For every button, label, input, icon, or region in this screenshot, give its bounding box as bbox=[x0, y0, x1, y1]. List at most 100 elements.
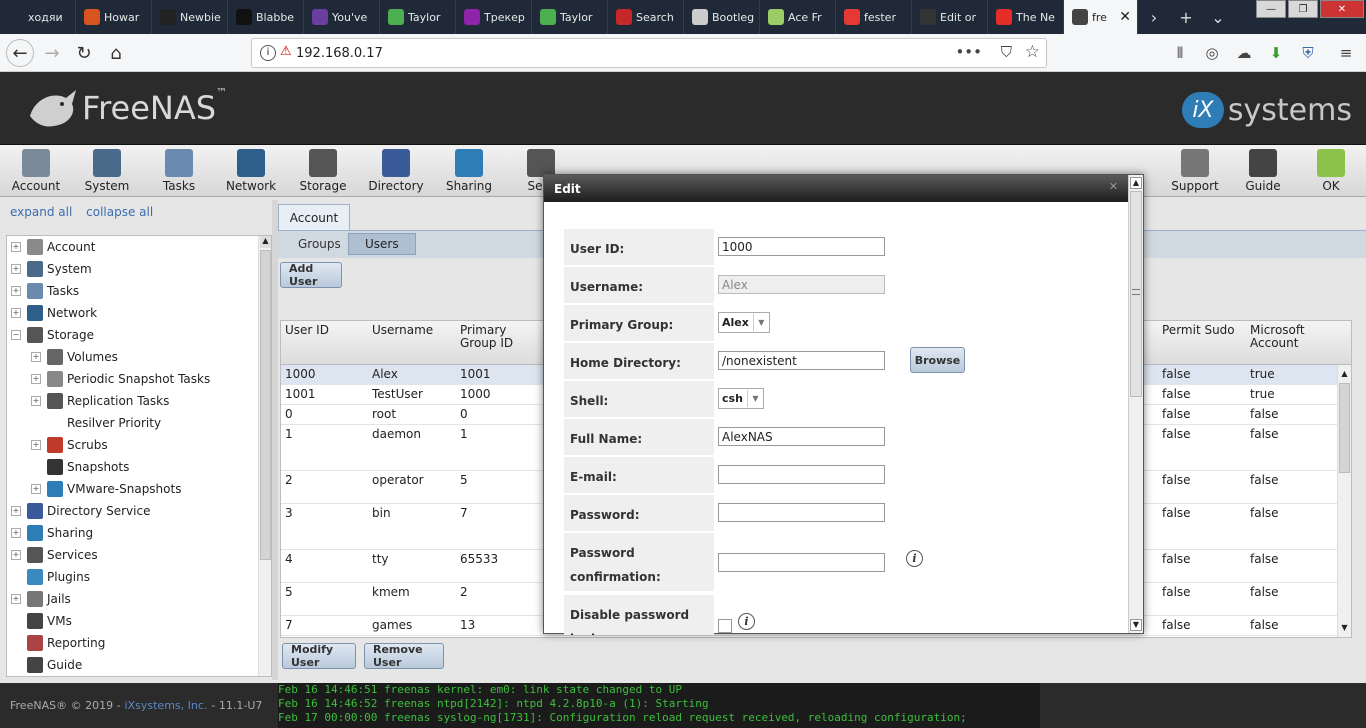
expand-all-link[interactable]: expand all bbox=[10, 205, 72, 219]
tree-node[interactable]: + Account bbox=[7, 236, 271, 258]
info-icon[interactable]: i bbox=[906, 550, 923, 567]
browser-tab[interactable]: fre ✕ bbox=[1064, 0, 1138, 34]
browser-tab[interactable]: fester bbox=[836, 0, 912, 34]
insecure-lock-icon[interactable]: ⚠ bbox=[280, 44, 296, 62]
expand-toggle-icon[interactable]: + bbox=[31, 374, 41, 384]
user-id-input[interactable] bbox=[718, 237, 885, 256]
tab-account[interactable]: Account bbox=[278, 204, 350, 230]
maximize-button[interactable]: ❐ bbox=[1288, 0, 1318, 18]
col-primary-group[interactable]: Primary Group ID bbox=[460, 324, 530, 350]
toolbar-storage-button[interactable]: Storage bbox=[287, 149, 359, 193]
add-user-button[interactable]: Add User bbox=[280, 262, 342, 288]
toolbar-network-button[interactable]: Network bbox=[215, 149, 287, 193]
download-icon[interactable]: ⬇ bbox=[1266, 43, 1286, 63]
menu-icon[interactable]: ≡ bbox=[1336, 43, 1356, 63]
shield-icon[interactable]: ⛨ bbox=[1298, 43, 1318, 63]
password-input[interactable] bbox=[718, 503, 885, 522]
password-confirmation-input[interactable] bbox=[718, 553, 885, 572]
tree-node[interactable]: + Tasks bbox=[7, 280, 271, 302]
tree-node[interactable]: Snapshots bbox=[7, 456, 271, 478]
expand-toggle-icon[interactable]: + bbox=[31, 484, 41, 494]
remove-user-button[interactable]: Remove User bbox=[364, 643, 444, 669]
expand-toggle-icon[interactable]: + bbox=[11, 286, 21, 296]
toolbar-directory-button[interactable]: Directory bbox=[360, 149, 432, 193]
home-directory-input[interactable] bbox=[718, 351, 885, 370]
col-microsoft-account[interactable]: Microsoft Account bbox=[1250, 324, 1320, 350]
tree-node[interactable]: Guide bbox=[7, 654, 271, 676]
tree-node[interactable]: + Services bbox=[7, 544, 271, 566]
browser-tab[interactable]: Blabbe bbox=[228, 0, 304, 34]
disable-password-checkbox[interactable] bbox=[718, 619, 732, 633]
browser-tab[interactable]: Трекер bbox=[456, 0, 532, 34]
browser-tab[interactable]: Search bbox=[608, 0, 684, 34]
browser-tab[interactable]: You've bbox=[304, 0, 380, 34]
sync-icon[interactable]: ◎ bbox=[1202, 43, 1222, 63]
dialog-scrollbar[interactable]: ▲ ▼ bbox=[1128, 175, 1143, 633]
browser-tab[interactable]: The Ne bbox=[988, 0, 1064, 34]
reload-icon[interactable]: ↻ bbox=[70, 39, 98, 67]
list-tabs-icon[interactable]: ⌄ bbox=[1202, 0, 1234, 34]
expand-toggle-icon[interactable]: − bbox=[11, 330, 21, 340]
toolbar-ok-button[interactable]: OK bbox=[1295, 149, 1366, 193]
collapse-all-link[interactable]: collapse all bbox=[86, 205, 153, 219]
toolbar-sharing-button[interactable]: Sharing bbox=[433, 149, 505, 193]
modify-user-button[interactable]: Modify User bbox=[282, 643, 356, 669]
minimize-button[interactable]: — bbox=[1256, 0, 1286, 18]
expand-toggle-icon[interactable]: + bbox=[11, 550, 21, 560]
browser-tab[interactable]: Taylor bbox=[532, 0, 608, 34]
browser-tab[interactable]: Newbie bbox=[152, 0, 228, 34]
primary-group-select[interactable]: Alex ▼ bbox=[718, 312, 770, 333]
library-icon[interactable]: ⫴ bbox=[1170, 43, 1190, 63]
expand-toggle-icon[interactable]: + bbox=[11, 264, 21, 274]
home-icon[interactable]: ⌂ bbox=[102, 39, 130, 67]
bookmark-star-icon[interactable]: ☆ bbox=[1025, 42, 1040, 62]
dialog-close-icon[interactable]: ✕ bbox=[1109, 180, 1118, 193]
expand-toggle-icon[interactable]: + bbox=[11, 594, 21, 604]
tab-groups[interactable]: Groups bbox=[282, 233, 357, 255]
page-actions-icon[interactable]: ••• bbox=[955, 43, 982, 61]
tree-node[interactable]: + Network bbox=[7, 302, 271, 324]
tree-node[interactable]: + System bbox=[7, 258, 271, 280]
info-icon[interactable]: i bbox=[738, 613, 755, 630]
tree-node[interactable]: + Periodic Snapshot Tasks bbox=[7, 368, 271, 390]
tree-node[interactable]: + VMware-Snapshots bbox=[7, 478, 271, 500]
expand-toggle-icon[interactable]: + bbox=[11, 506, 21, 516]
col-user-id[interactable]: User ID bbox=[285, 324, 329, 337]
expand-toggle-icon[interactable]: + bbox=[11, 308, 21, 318]
browser-tab[interactable]: Howar bbox=[76, 0, 152, 34]
expand-toggle-icon[interactable]: + bbox=[11, 242, 21, 252]
toolbar-system-button[interactable]: System bbox=[71, 149, 143, 193]
browser-tab[interactable]: Taylor bbox=[380, 0, 456, 34]
footer-company-link[interactable]: iXsystems, Inc. bbox=[125, 699, 208, 712]
back-icon[interactable]: ← bbox=[6, 39, 34, 67]
toolbar-account-button[interactable]: Account bbox=[0, 149, 72, 193]
tree-node[interactable]: + Volumes bbox=[7, 346, 271, 368]
tree-node[interactable]: + Scrubs bbox=[7, 434, 271, 456]
toolbar-tasks-button[interactable]: Tasks bbox=[143, 149, 215, 193]
new-tab-icon[interactable]: + bbox=[1170, 0, 1202, 34]
browse-button[interactable]: Browse bbox=[910, 347, 965, 373]
toolbar-support-button[interactable]: Support bbox=[1159, 149, 1231, 193]
browser-tab[interactable]: Bootleg bbox=[684, 0, 760, 34]
tab-users[interactable]: Users bbox=[348, 233, 416, 255]
full-name-input[interactable] bbox=[718, 427, 885, 446]
browser-tab[interactable]: Edit or bbox=[912, 0, 988, 34]
toolbar-guide-button[interactable]: Guide bbox=[1227, 149, 1299, 193]
expand-toggle-icon[interactable]: + bbox=[31, 352, 41, 362]
col-permit-sudo[interactable]: Permit Sudo bbox=[1162, 324, 1235, 337]
forward-icon[interactable]: → bbox=[38, 39, 66, 67]
tree-scrollbar[interactable]: ▲ bbox=[258, 236, 271, 676]
browser-tab[interactable]: Ace Fr bbox=[760, 0, 836, 34]
tree-node[interactable]: Resilver Priority bbox=[7, 412, 271, 434]
url-bar[interactable]: i ⚠ 192.168.0.17 ••• ⛉ ☆ bbox=[251, 38, 1047, 68]
tree-node[interactable]: Plugins bbox=[7, 566, 271, 588]
browser-tab[interactable]: ходяи bbox=[0, 0, 76, 34]
pocket-icon[interactable]: ⛉ bbox=[1001, 43, 1012, 61]
tree-node[interactable]: + Jails bbox=[7, 588, 271, 610]
col-username[interactable]: Username bbox=[372, 324, 433, 337]
tree-node[interactable]: − Storage bbox=[7, 324, 271, 346]
expand-toggle-icon[interactable]: + bbox=[11, 528, 21, 538]
email-input[interactable] bbox=[718, 465, 885, 484]
expand-toggle-icon[interactable]: + bbox=[31, 440, 41, 450]
info-icon[interactable]: i bbox=[260, 45, 276, 61]
